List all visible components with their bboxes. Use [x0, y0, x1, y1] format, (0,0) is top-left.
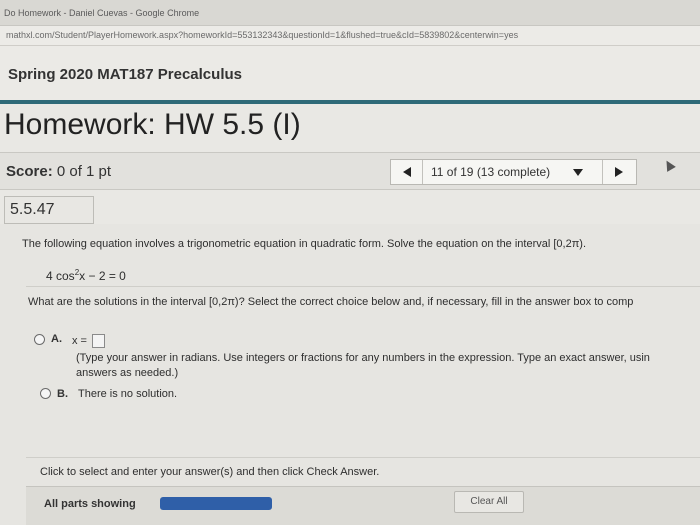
- window-title: Do Homework - Daniel Cuevas - Google Chr…: [4, 8, 200, 18]
- course-header: Spring 2020 MAT187 Precalculus: [0, 46, 700, 100]
- option-b-radio[interactable]: [40, 388, 51, 399]
- progress-bar: [160, 497, 272, 510]
- option-a-hint-line2: answers as needed.): [76, 367, 179, 379]
- question-navigator: 11 of 19 (13 complete): [390, 159, 637, 185]
- footer-divider: [26, 457, 700, 458]
- option-a-prefix: x =: [72, 335, 87, 347]
- option-b-text[interactable]: There is no solution.: [78, 388, 177, 400]
- option-b-label[interactable]: B.: [57, 388, 68, 400]
- homework-title: Homework: HW 5.5 (I): [4, 108, 301, 141]
- footer-instruction: Click to select and enter your answer(s)…: [40, 466, 380, 478]
- previous-question-button[interactable]: [391, 160, 423, 184]
- question-prompt: The following equation involves a trigon…: [22, 238, 587, 250]
- question-number: 5.5.47: [10, 201, 55, 218]
- bottom-bar: All parts showing Clear All: [26, 486, 700, 525]
- score-bar: Score: 0 of 1 pt 11 of 19 (13 complete): [0, 152, 700, 190]
- score-label: Score:: [6, 163, 53, 180]
- address-bar[interactable]: mathxl.com/Student/PlayerHomework.aspx?h…: [0, 26, 700, 46]
- chevron-down-icon[interactable]: [573, 169, 583, 176]
- option-a-hint-line1: (Type your answer in radians. Use intege…: [76, 352, 650, 364]
- equation-rhs: x − 2 = 0: [79, 269, 126, 283]
- equation-lhs: 4 cos: [46, 269, 75, 283]
- option-a-label[interactable]: A.: [51, 333, 62, 345]
- next-question-button[interactable]: [602, 160, 636, 184]
- score: Score: 0 of 1 pt: [6, 163, 111, 180]
- divider: [26, 286, 700, 287]
- browser-title-bar: Do Homework - Daniel Cuevas - Google Chr…: [0, 0, 700, 26]
- clear-all-button[interactable]: Clear All: [454, 491, 524, 513]
- equation: 4 cos2x − 2 = 0: [46, 268, 126, 283]
- course-title: Spring 2020 MAT187 Precalculus: [8, 66, 242, 83]
- answer-input-box[interactable]: [92, 334, 105, 348]
- header-rule: [0, 100, 700, 104]
- all-parts-showing: All parts showing: [44, 498, 136, 510]
- question-instruction: What are the solutions in the interval […: [28, 296, 634, 308]
- option-a-radio[interactable]: [34, 334, 45, 345]
- question-position-dropdown[interactable]: 11 of 19 (13 complete): [431, 165, 550, 179]
- question-number-box: 5.5.47: [4, 196, 94, 224]
- url-text[interactable]: mathxl.com/Student/PlayerHomework.aspx?h…: [6, 30, 518, 40]
- score-value: 0 of 1 pt: [56, 163, 112, 180]
